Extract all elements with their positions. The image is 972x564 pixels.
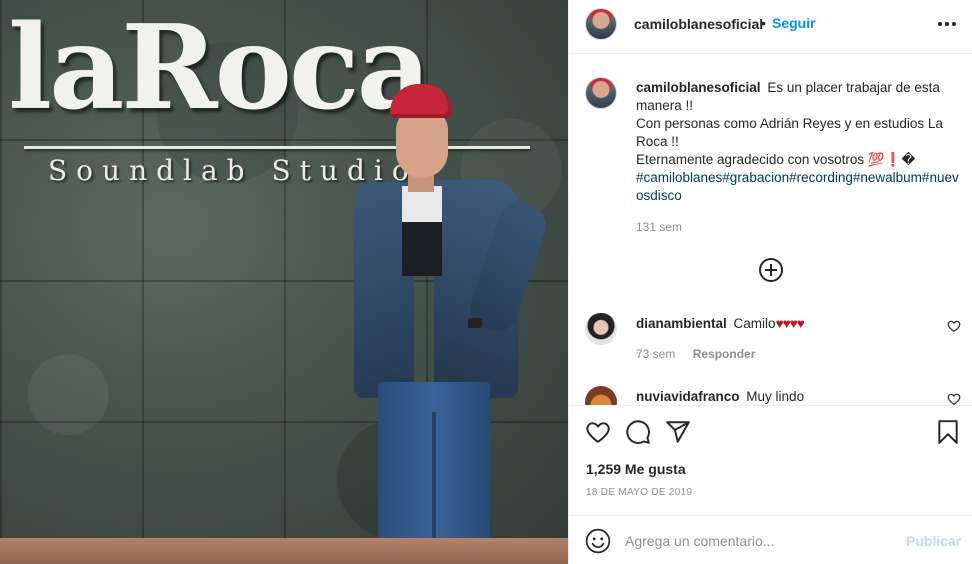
commenter-username[interactable]: nuviavidafranco (636, 389, 740, 404)
caption-avatar[interactable] (585, 77, 617, 109)
post-photo[interactable]: laRoca Soundlab Studios (0, 0, 568, 564)
floor (0, 538, 568, 564)
emoji-icon[interactable] (585, 528, 611, 554)
post-date: 18 DE MAYO DE 2019 (586, 487, 693, 498)
comment-meta: 73 sem Responder (636, 347, 755, 361)
comment-heart-icon[interactable] (947, 392, 961, 405)
comment-body: Camilo (733, 316, 776, 331)
caption-line-2: Con personas como Adrián Reyes y en estu… (636, 116, 943, 149)
caption-time: 131 sem (636, 220, 683, 234)
commenter-username[interactable]: dianambiental (636, 316, 727, 331)
commenter-avatar[interactable] (585, 313, 617, 345)
person-figure (350, 82, 551, 564)
add-comment-bar: Publicar (569, 515, 972, 564)
commenter-avatar[interactable] (585, 386, 617, 405)
comment-input[interactable] (625, 528, 895, 554)
more-options-icon[interactable] (935, 14, 959, 34)
follow-button[interactable]: Seguir (772, 15, 816, 31)
comment-icon[interactable] (625, 419, 651, 445)
comment-body: Muy lindo (746, 389, 805, 404)
caption-line-3: Eternamente agradecido con vosotros 💯❗� (636, 152, 916, 167)
comment-hearts: ♥♥♥♥ (775, 316, 805, 331)
comment-item: dianambiental Camilo♥♥♥♥ 73 sem Responde… (569, 307, 972, 377)
reply-button[interactable]: Responder (693, 347, 756, 361)
face (396, 108, 448, 178)
comment-heart-icon[interactable] (947, 319, 961, 333)
watch (468, 318, 482, 328)
publish-button[interactable]: Publicar (906, 533, 961, 549)
header-separator: • (761, 15, 766, 31)
bookmark-icon[interactable] (935, 419, 961, 445)
comments-area[interactable]: camiloblanesoficial Es un placer trabaja… (569, 55, 972, 405)
comment-text: nuviavidafranco Muy lindo (636, 388, 804, 405)
heart-icon[interactable] (585, 419, 611, 445)
author-avatar[interactable] (585, 8, 617, 40)
caption-username[interactable]: camiloblanesoficial (636, 80, 761, 95)
comment-text: dianambiental Camilo♥♥♥♥ (636, 315, 805, 333)
comment-item: nuviavidafranco Muy lindo (569, 380, 972, 405)
post-actions: 1,259 Me gusta 18 DE MAYO DE 2019 (569, 405, 972, 515)
caption-hashtags[interactable]: #camiloblanes#grabacion#recording#newalb… (636, 170, 959, 203)
paper-plane-icon[interactable] (665, 419, 691, 445)
likes-count[interactable]: 1,259 Me gusta (586, 461, 686, 477)
comment-time: 73 sem (636, 347, 676, 361)
plus-circle-icon[interactable] (759, 258, 783, 282)
post-side-panel: camiloblanesoficial • Seguir camiloblane… (568, 0, 972, 564)
shirt (402, 186, 442, 276)
red-cap (390, 84, 452, 118)
post-header: camiloblanesoficial • Seguir (569, 0, 972, 54)
caption-text: camiloblanesoficial Es un placer trabaja… (636, 79, 962, 205)
author-username[interactable]: camiloblanesoficial (634, 16, 763, 32)
